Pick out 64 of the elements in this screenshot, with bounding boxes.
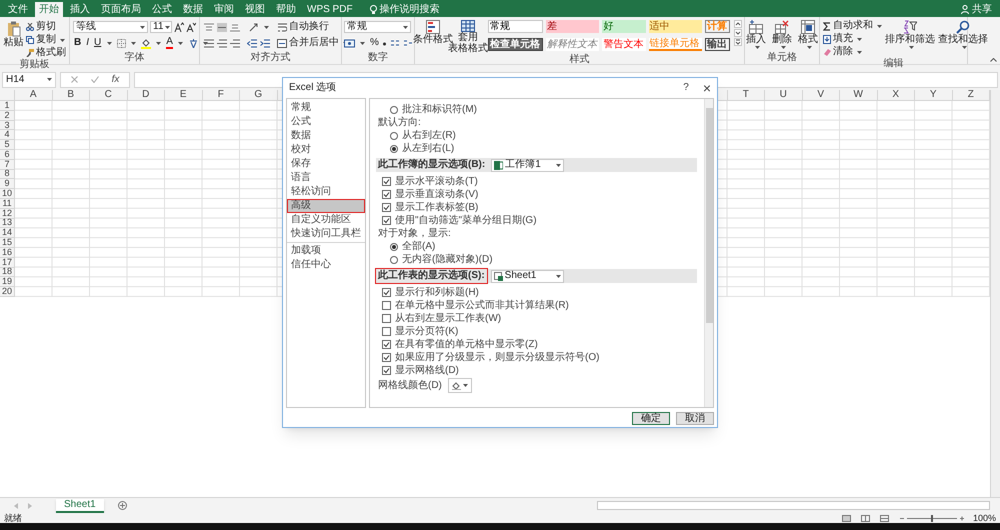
checkbox-label: 如果应用了分级显示，则显示分级显示符号(O) <box>395 352 600 364</box>
row-header: 20 <box>0 287 14 297</box>
radio-label: 批注和标识符(M) <box>402 104 477 116</box>
group-label: 剪贴板 <box>20 59 50 71</box>
option-label: 默认方向: <box>377 116 422 129</box>
group-label: 字体 <box>124 52 144 64</box>
option-label: 网格线颜色(D) <box>378 380 442 392</box>
checkbox-label: 在具有零值的单元格中显示零(Z) <box>395 338 538 350</box>
radio-label: 从左到右(L) <box>402 142 454 154</box>
checkbox-label: 显示行和列标题(H) <box>395 286 479 298</box>
column-header: D <box>128 90 165 100</box>
radio-label: 全部(A) <box>402 240 436 252</box>
radio-label: 无内容(隐藏对象)(D) <box>402 254 493 266</box>
column-header: B <box>52 90 90 100</box>
row-header: 2 <box>0 110 14 121</box>
column-header: W <box>840 90 878 100</box>
dialog-title: Excel 选项 <box>289 82 336 94</box>
group-label: 对齐方式 <box>250 52 290 64</box>
group-label: 编辑 <box>884 58 904 70</box>
row-header: 11 <box>0 198 14 209</box>
row-header: 17 <box>0 258 14 268</box>
column-header: F <box>202 90 240 100</box>
group-label: 单元格 <box>767 52 797 64</box>
checkbox-label: 显示分页符(K) <box>395 326 458 338</box>
column-header: G <box>240 90 278 100</box>
row-header: 5 <box>0 140 14 150</box>
row-header: 15 <box>0 238 14 248</box>
radio-label: 从右到左(R) <box>402 130 456 142</box>
checkbox-label: 显示网格线(D) <box>395 364 459 376</box>
checkbox-label: 使用"自动筛选"菜单分组日期(G) <box>395 214 537 226</box>
column-header: A <box>15 90 52 100</box>
row-header: 14 <box>0 228 14 238</box>
group-label: 样式 <box>570 54 590 66</box>
column-header: C <box>90 90 128 100</box>
column-header: X <box>878 90 915 100</box>
row-header: 13 <box>0 218 14 228</box>
checkbox-label: 显示工作表标签(B) <box>395 202 478 214</box>
column-header: V <box>802 90 840 100</box>
row-header: 12 <box>0 208 14 219</box>
checkbox-label: 从右到左显示工作表(W) <box>395 312 502 324</box>
checkbox-label: 在单元格中显示公式而非其计算结果(R) <box>395 300 569 312</box>
row-header: 10 <box>0 189 14 199</box>
row-header: 18 <box>0 268 14 278</box>
section-label: 此工作表的显示选项(S): <box>376 269 487 283</box>
row-header: 16 <box>0 248 14 258</box>
column-header: E <box>165 90 202 100</box>
column-header: Y <box>915 90 952 100</box>
column-header: T <box>728 90 765 100</box>
row-header: 19 <box>0 277 14 288</box>
row-header: 6 <box>0 150 14 160</box>
row-header: 9 <box>0 179 14 190</box>
status-text: 就绪 <box>4 514 22 522</box>
section-label: 此工作簿的显示选项(B): <box>376 158 486 172</box>
checkbox-label: 显示垂直滚动条(V) <box>395 188 478 200</box>
column-header: U <box>765 90 802 100</box>
row-header: 3 <box>0 120 14 130</box>
checkbox-label: 显示水平滚动条(T) <box>395 176 478 188</box>
row-header: 7 <box>0 160 14 170</box>
zoom-level: 100% <box>972 514 996 522</box>
row-header: 8 <box>0 170 14 180</box>
option-label: 对于对象，显示: <box>377 227 452 240</box>
group-label: 数字 <box>368 52 388 64</box>
row-header: 4 <box>0 130 14 140</box>
row-header: 1 <box>0 101 14 111</box>
